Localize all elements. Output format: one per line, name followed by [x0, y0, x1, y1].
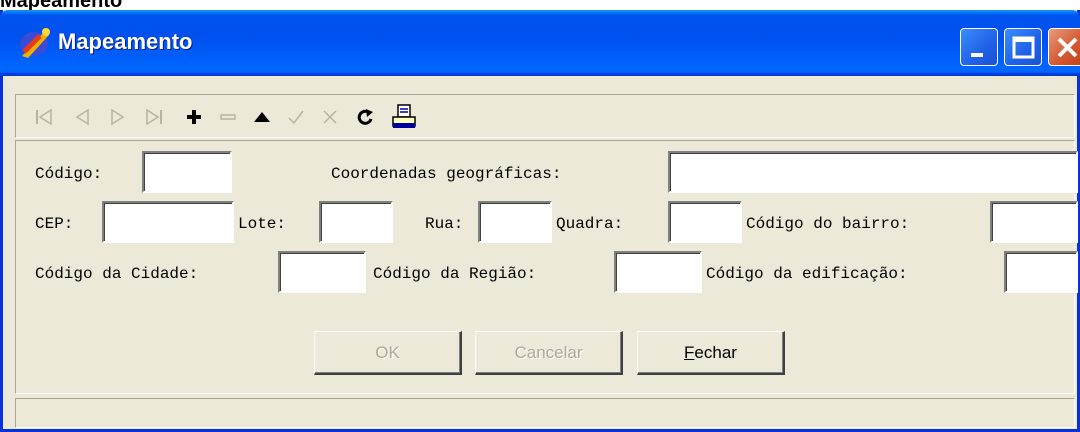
status-bar: [15, 398, 1075, 428]
refresh-icon: [357, 109, 373, 125]
codigo-bairro-label: Código do bairro:: [746, 215, 910, 233]
delete-button[interactable]: [212, 101, 244, 133]
fechar-label-rest: echar: [694, 342, 737, 362]
app-icon: [20, 28, 50, 58]
fechar-button-label: Fechar: [684, 343, 737, 363]
prior-record-icon: [75, 108, 89, 126]
navigator-toolbar: [15, 94, 1075, 138]
title-bar[interactable]: Mapeamento: [0, 10, 1080, 76]
ok-button[interactable]: OK: [314, 331, 462, 375]
insert-icon: [187, 110, 201, 124]
cancelar-button[interactable]: Cancelar: [475, 331, 623, 375]
last-record-icon: [146, 108, 162, 126]
refresh-button[interactable]: [350, 101, 382, 133]
lote-input[interactable]: [319, 201, 393, 243]
codigo-input[interactable]: [142, 151, 232, 193]
print-button[interactable]: [388, 101, 420, 133]
rua-label: Rua:: [425, 215, 464, 233]
first-record-button[interactable]: [28, 101, 60, 133]
quadra-label: Quadra:: [556, 215, 624, 233]
minimize-icon: [971, 53, 983, 57]
post-icon: [288, 110, 304, 125]
mapeamento-window: Mapeamento Código: Coordenadas geográfic…: [0, 10, 1080, 432]
fechar-accelerator: F: [684, 342, 695, 362]
coordenadas-label: Coordenadas geográficas:: [331, 165, 562, 183]
cancelar-button-label: Cancelar: [514, 342, 583, 362]
maximize-button[interactable]: [1004, 28, 1042, 66]
close-icon: [1057, 37, 1078, 58]
rua-input[interactable]: [478, 201, 552, 243]
last-record-button[interactable]: [138, 101, 170, 133]
prior-record-button[interactable]: [66, 101, 98, 133]
next-record-icon: [111, 108, 125, 126]
edit-button[interactable]: [246, 101, 278, 133]
next-record-button[interactable]: [102, 101, 134, 133]
codigo-cidade-input[interactable]: [278, 251, 366, 293]
codigo-edificacao-input[interactable]: [1004, 251, 1078, 293]
edit-icon: [254, 112, 270, 122]
quadra-input[interactable]: [668, 201, 742, 243]
codigo-cidade-label: Código da Cidade:: [35, 265, 199, 283]
coordenadas-input[interactable]: [668, 151, 1078, 193]
cep-label: CEP:: [35, 215, 74, 233]
post-button[interactable]: [280, 101, 312, 133]
codigo-bairro-input[interactable]: [990, 201, 1078, 243]
insert-button[interactable]: [178, 101, 210, 133]
delete-icon: [220, 114, 236, 120]
close-button[interactable]: [1048, 28, 1080, 66]
minimize-button[interactable]: [960, 28, 998, 66]
codigo-label: Código:: [35, 165, 103, 183]
lote-label: Lote:: [238, 215, 287, 233]
first-record-icon: [36, 108, 52, 126]
ok-button-label: OK: [375, 342, 400, 362]
print-icon: [392, 104, 416, 128]
codigo-regiao-label: Código da Região:: [373, 265, 537, 283]
fechar-button[interactable]: Fechar: [637, 331, 785, 375]
window-title: Mapeamento: [58, 29, 193, 54]
maximize-icon: [1012, 36, 1035, 59]
codigo-regiao-input[interactable]: [614, 251, 702, 293]
cancel-edit-icon: [323, 110, 337, 124]
cancel-edit-button[interactable]: [314, 101, 346, 133]
codigo-edificacao-label: Código da edificação:: [706, 265, 908, 283]
cep-input[interactable]: [102, 201, 234, 243]
